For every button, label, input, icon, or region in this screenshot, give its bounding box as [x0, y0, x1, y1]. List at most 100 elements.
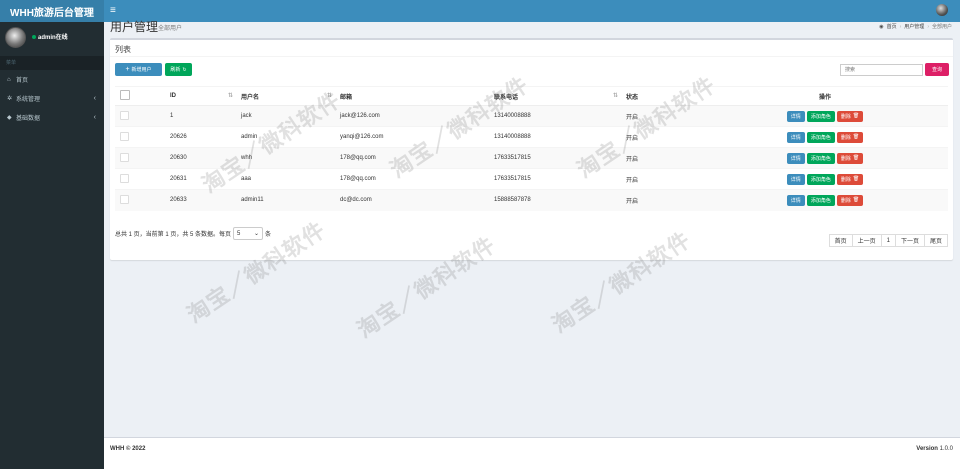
delete-button[interactable]: 删除 🗑	[836, 131, 864, 143]
cell-status: 开启	[621, 147, 702, 169]
select-all-checkbox[interactable]	[120, 90, 130, 100]
page-first-button[interactable]: 首页	[828, 234, 853, 247]
cell-email: 178@qq.com	[335, 168, 489, 190]
menu-toggle-icon[interactable]: ≡	[110, 5, 116, 17]
breadcrumb-user-mgmt[interactable]: 用户管理	[904, 23, 924, 30]
version-number: 1.0.0	[939, 446, 953, 452]
version-info: Version 1.0.0	[916, 446, 953, 452]
trash-icon: 🗑	[852, 134, 860, 140]
cell-actions: 详情 添加角色 删除 🗑	[702, 105, 948, 127]
column-header-label: ID	[170, 93, 176, 99]
column-header-status: 状态	[621, 86, 702, 106]
delete-button[interactable]: 删除 🗑	[836, 173, 864, 185]
database-icon: ◆	[7, 115, 12, 121]
add-role-button[interactable]: 添加角色	[806, 152, 835, 164]
sidebar-item-system[interactable]: ✲ 系统管理 ‹	[0, 89, 104, 108]
row-select-cell	[115, 189, 165, 211]
breadcrumb-separator: ›	[899, 23, 902, 30]
pagination: 首页 上一页 1 下一页 尾页	[828, 234, 948, 247]
row-checkbox[interactable]	[120, 152, 129, 162]
trash-icon: 🗑	[852, 155, 860, 161]
table-row: 1 jack jack@126.com 13140008888 开启 详情 添加角色 删除 🗑	[115, 105, 948, 127]
cell-email: jack@126.com	[335, 105, 489, 127]
select-all-cell	[115, 86, 165, 106]
delete-button[interactable]: 删除 🗑	[836, 152, 864, 164]
cell-status: 开启	[621, 126, 702, 148]
user-status: admin在线	[32, 32, 68, 41]
detail-button[interactable]: 详情	[786, 194, 805, 206]
pager-info-text: 总共 1 页，当前第 1 页，共 5 条数据。每页	[115, 232, 232, 238]
page-next-button[interactable]: 下一页	[894, 234, 925, 247]
cell-phone: 17633517815	[489, 168, 621, 190]
query-button[interactable]: 查询	[925, 63, 949, 76]
cell-phone: 13140008888	[489, 126, 621, 148]
refresh-button[interactable]: 刷新 ↻	[165, 63, 192, 76]
box-title: 列表	[115, 45, 131, 54]
user-status-label: admin在线	[38, 35, 68, 41]
sort-icon[interactable]: ⇅	[228, 92, 233, 99]
row-select-cell	[115, 105, 165, 127]
detail-button[interactable]: 详情	[786, 173, 805, 185]
sidebar-item-home[interactable]: ⌂ 首页	[0, 70, 104, 89]
page-title: 用户管理	[110, 20, 159, 34]
column-header-phone[interactable]: 联系电话 ⇅	[489, 86, 621, 106]
pager-info-suffix: 条	[265, 232, 272, 238]
detail-button[interactable]: 详情	[786, 131, 805, 143]
breadcrumb-home[interactable]: 首页	[887, 23, 897, 30]
sidebar-item-basedata[interactable]: ◆ 基础数据 ‹	[0, 108, 104, 127]
page-size-select[interactable]: 5 ⌄	[233, 227, 264, 240]
cell-email: 178@qq.com	[335, 147, 489, 169]
user-table: ID ⇅ 用户名 ⇅ 邮箱 联系电话 ⇅ 状态 操作 1 jack jack@126.co…	[115, 86, 948, 211]
row-select-cell	[115, 126, 165, 148]
add-role-button[interactable]: 添加角色	[806, 194, 835, 206]
add-user-button[interactable]: + 新增用户	[115, 63, 162, 76]
row-select-cell	[115, 168, 165, 190]
page-prev-button[interactable]: 上一页	[851, 234, 882, 247]
column-header-username[interactable]: 用户名 ⇅	[236, 86, 335, 106]
breadcrumb-current: 全部用户	[931, 24, 952, 30]
cell-username: admin11	[236, 189, 335, 211]
row-checkbox[interactable]	[120, 110, 129, 120]
cell-username: admin	[236, 126, 335, 148]
cell-id: 1	[165, 105, 236, 127]
sidebar-header: 菜单	[0, 56, 104, 70]
detail-button[interactable]: 详情	[786, 110, 805, 122]
row-checkbox[interactable]	[120, 173, 129, 183]
add-role-button[interactable]: 添加角色	[806, 173, 835, 185]
add-role-button[interactable]: 添加角色	[806, 131, 835, 143]
chevron-left-icon: ‹	[93, 114, 96, 121]
delete-button[interactable]: 删除 🗑	[836, 110, 864, 122]
trash-icon: 🗑	[852, 113, 860, 119]
add-role-button[interactable]: 添加角色	[806, 110, 835, 122]
delete-label: 删除	[840, 176, 851, 183]
cell-actions: 详情 添加角色 删除 🗑	[702, 189, 948, 211]
delete-button[interactable]: 删除 🗑	[836, 194, 864, 206]
user-avatar-icon[interactable]	[936, 4, 948, 16]
divider	[110, 56, 953, 57]
cell-username: whh	[236, 147, 335, 169]
online-dot-icon	[32, 34, 36, 39]
sidebar-avatar	[5, 27, 26, 48]
row-checkbox[interactable]	[120, 194, 129, 204]
cell-id: 20631	[165, 168, 236, 190]
column-header-label: 联系电话	[494, 94, 519, 101]
chevron-down-icon: ⌄	[253, 231, 260, 237]
dashboard-icon: ◉	[879, 23, 884, 30]
column-header-id[interactable]: ID ⇅	[165, 86, 236, 106]
page-number-button[interactable]: 1	[880, 234, 896, 247]
cell-actions: 详情 添加角色 删除 🗑	[702, 126, 948, 148]
detail-button[interactable]: 详情	[786, 152, 805, 164]
page-last-button[interactable]: 尾页	[923, 234, 948, 247]
cell-phone: 15888587878	[489, 189, 621, 211]
search-input[interactable]	[840, 64, 923, 76]
cell-actions: 详情 添加角色 删除 🗑	[702, 168, 948, 190]
page-subtitle: 全部用户	[158, 26, 183, 32]
row-checkbox[interactable]	[120, 131, 129, 141]
cell-phone: 17633517815	[489, 147, 621, 169]
breadcrumb-separator: ›	[927, 23, 929, 30]
app-logo[interactable]: WHH旅游后台管理	[0, 0, 104, 22]
column-header-email: 邮箱	[335, 86, 489, 106]
copyright: WHH © 2022	[110, 446, 146, 452]
sort-icon[interactable]: ⇅	[327, 92, 332, 99]
sort-icon[interactable]: ⇅	[613, 92, 618, 99]
